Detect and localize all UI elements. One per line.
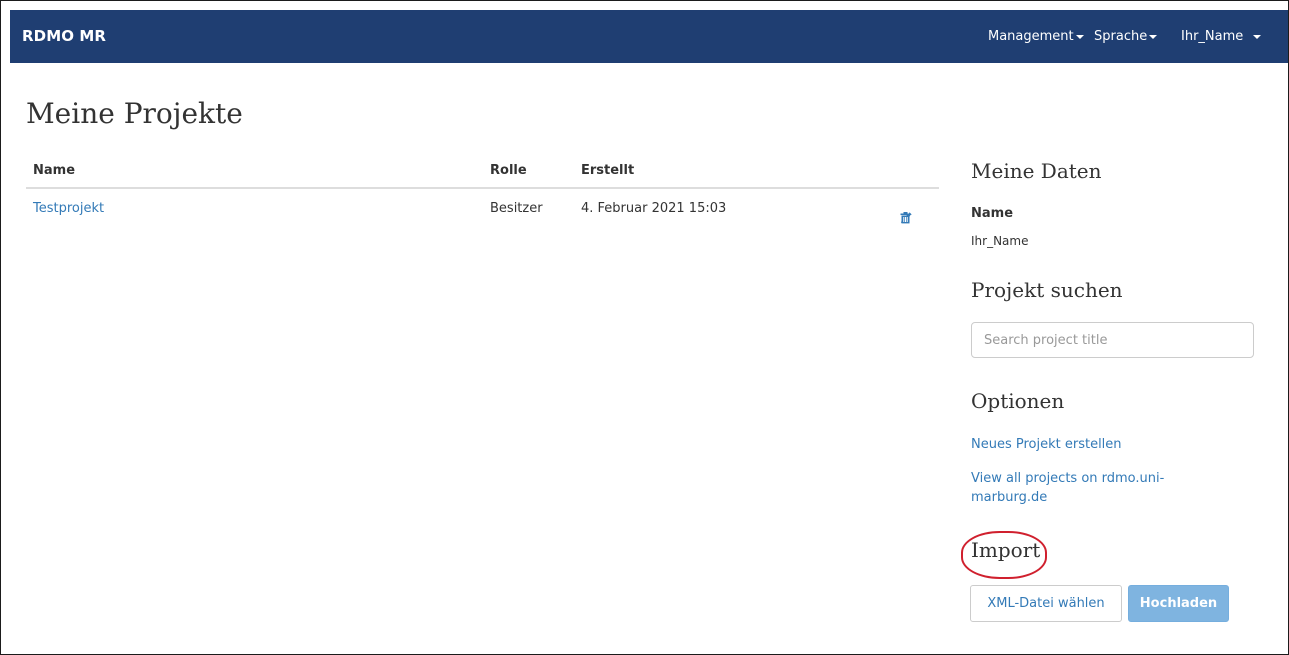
view-all-projects-link[interactable]: View all projects on rdmo.uni-marburg.de <box>971 469 1221 507</box>
project-role: Besitzer <box>490 201 543 216</box>
header-name: Name <box>33 163 76 178</box>
table-header: Name Rolle Erstellt <box>26 156 939 189</box>
project-created: 4. Februar 2021 15:03 <box>581 201 727 216</box>
page-title: Meine Projekte <box>26 97 243 130</box>
table-row: Testprojekt Besitzer 4. Februar 2021 15:… <box>26 189 939 229</box>
page-frame: RDMO MR Management Sprache Ihr_Name Mein… <box>0 0 1289 655</box>
name-label: Name <box>971 206 1014 221</box>
name-value: Ihr_Name <box>971 234 1029 248</box>
search-heading: Projekt suchen <box>971 278 1123 302</box>
user-label: Ihr_Name <box>1181 29 1244 44</box>
trash-icon[interactable] <box>900 212 911 224</box>
import-heading: Import <box>971 538 1041 562</box>
navbar: RDMO MR Management Sprache Ihr_Name <box>10 10 1288 63</box>
caret-down-icon <box>1253 34 1262 39</box>
management-menu[interactable]: Management <box>988 10 1084 63</box>
caret-down-icon <box>1075 34 1084 39</box>
language-label: Sprache <box>1094 29 1148 44</box>
caret-down-icon <box>1149 34 1158 39</box>
project-link[interactable]: Testprojekt <box>33 201 104 216</box>
options-heading: Optionen <box>971 389 1065 413</box>
projects-table: Name Rolle Erstellt Testprojekt Besitzer… <box>26 156 939 229</box>
upload-button[interactable]: Hochladen <box>1128 585 1229 622</box>
management-label: Management <box>988 29 1074 44</box>
my-data-heading: Meine Daten <box>971 159 1102 183</box>
header-role: Rolle <box>490 163 527 178</box>
user-menu[interactable]: Ihr_Name <box>1181 10 1262 63</box>
brand-link[interactable]: RDMO MR <box>22 10 106 63</box>
search-input[interactable] <box>971 322 1254 358</box>
header-created: Erstellt <box>581 163 635 178</box>
language-menu[interactable]: Sprache <box>1094 10 1158 63</box>
new-project-link[interactable]: Neues Projekt erstellen <box>971 435 1122 454</box>
choose-file-button[interactable]: XML-Datei wählen <box>970 585 1122 622</box>
